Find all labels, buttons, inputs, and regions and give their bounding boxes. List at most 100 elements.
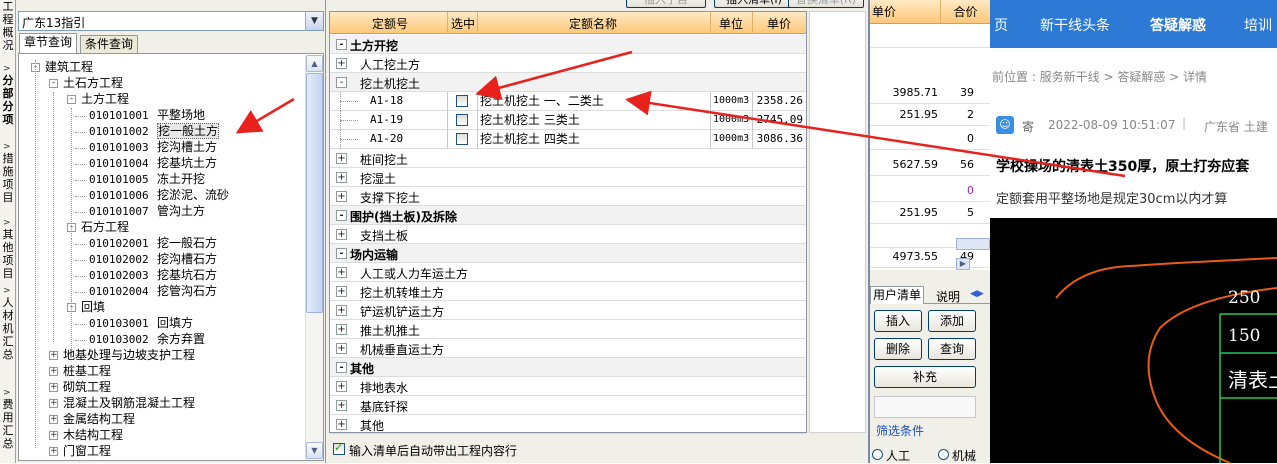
tree-node[interactable]: 建筑工程 [45, 60, 93, 75]
tree-node[interactable]: 土方工程 [81, 92, 129, 107]
tree-node[interactable]: 回填 [81, 300, 105, 315]
module-nav-item[interactable]: 措施项目 [1, 152, 15, 204]
scroll-down-icon[interactable]: ▼ [306, 442, 323, 459]
expand-icon[interactable]: + [336, 191, 347, 202]
subcategory-row[interactable]: + 挖土机转堆土方 [330, 282, 806, 301]
tree-node[interactable]: 土石方工程 [63, 76, 123, 91]
expand-icon[interactable]: + [336, 400, 347, 411]
expand-icon[interactable]: + [336, 381, 347, 392]
tab-chapter-query[interactable]: 章节查询 [19, 33, 78, 54]
subcategory-row[interactable]: - 挖土机挖土 [330, 73, 806, 92]
tree-node[interactable]: 010103002 余方弃置 [89, 332, 205, 347]
tree-node[interactable]: 金属结构工程 [63, 412, 135, 427]
tree-node[interactable]: 010101004 挖基坑土方 [89, 156, 217, 171]
nav-qa[interactable]: 答疑解惑 [1150, 15, 1206, 35]
collapse-icon[interactable]: - [336, 248, 347, 259]
subcategory-row[interactable]: + 铲运机铲运土方 [330, 301, 806, 320]
subcategory-row[interactable]: + 支撑下挖土 [330, 187, 806, 206]
select-checkbox[interactable] [456, 114, 468, 126]
filter-input[interactable] [874, 396, 976, 418]
collapse-icon[interactable]: - [336, 39, 347, 50]
subcategory-row[interactable]: + 支挡土板 [330, 225, 806, 244]
scroll-thumb[interactable] [306, 73, 323, 313]
tab-description[interactable]: 说明 [936, 288, 960, 305]
quota-row[interactable]: A1-19 挖土机挖土 三类土 1000m3 2745.09 [330, 111, 806, 130]
tree-node[interactable]: 门窗工程 [63, 444, 111, 459]
tree-node[interactable]: 010102001 挖一般石方 [89, 236, 217, 251]
tree-node[interactable]: 010102003 挖基坑石方 [89, 268, 217, 283]
expand-icon[interactable]: + [49, 415, 58, 424]
module-nav-item[interactable]: 工程概况 [1, 0, 15, 52]
tab-user-list[interactable]: 用户清单 [870, 286, 924, 304]
add-button[interactable]: 添加 [928, 310, 976, 332]
tree-node[interactable]: 地基处理与边坡支护工程 [63, 348, 195, 363]
subcategory-row[interactable]: + 挖湿土 [330, 168, 806, 187]
chevron-down-icon[interactable]: ▼ [305, 12, 323, 30]
tab-nav-arrows-icon[interactable]: ◀▶ [970, 289, 984, 299]
subcategory-row[interactable]: + 人工或人力车运土方 [330, 263, 806, 282]
expand-icon[interactable]: + [336, 172, 347, 183]
module-nav-item[interactable]: 分部分项 [1, 74, 15, 126]
tree-node[interactable]: 010101005 冻土开挖 [89, 172, 205, 187]
scroll-right-icon[interactable]: ▶ [956, 258, 970, 270]
expand-icon[interactable]: + [336, 419, 347, 430]
list-row[interactable]: 251.95 5 [870, 202, 990, 224]
tree-node[interactable]: 010101003 挖沟槽土方 [89, 140, 217, 155]
tree-node[interactable]: 010102002 挖沟槽石方 [89, 252, 217, 267]
auto-content-checkbox[interactable] [333, 441, 345, 455]
supplement-button[interactable]: 补充 [874, 366, 976, 388]
expand-icon[interactable]: + [336, 153, 347, 164]
collapse-icon[interactable]: - [67, 95, 76, 104]
collapse-icon[interactable]: - [336, 362, 347, 373]
tree-node[interactable]: 砌筑工程 [63, 380, 111, 395]
category-row[interactable]: - 场内运输 [330, 244, 806, 263]
select-checkbox[interactable] [456, 133, 468, 145]
right-scroll-thumb[interactable] [956, 238, 990, 250]
tree-node[interactable]: 010102004 挖管沟石方 [89, 284, 217, 299]
tree-scrollbar[interactable]: ▲ ▼ [305, 55, 323, 460]
list-row[interactable]: 3985.71 39 [870, 82, 990, 104]
expand-icon[interactable]: + [49, 383, 58, 392]
query-button[interactable]: 查询 [928, 338, 976, 360]
list-row[interactable] [870, 26, 990, 48]
category-row[interactable]: - 围护(挡土板)及拆除 [330, 206, 806, 225]
expand-icon[interactable]: + [49, 431, 58, 440]
expand-icon[interactable]: + [336, 324, 347, 335]
module-nav-item[interactable]: 费用汇总 [1, 398, 15, 450]
subcategory-row[interactable]: + 人工挖土方 [330, 54, 806, 73]
select-checkbox[interactable] [456, 95, 468, 107]
tree-node[interactable]: 010101002 挖一般土方 [89, 123, 220, 139]
subcategory-row[interactable]: + 基底钎探 [330, 396, 806, 415]
expand-icon[interactable]: + [49, 367, 58, 376]
tree-node[interactable]: 010101006 挖淤泥、流砂 [89, 188, 229, 203]
tree-node[interactable]: 石方工程 [81, 220, 129, 235]
collapse-icon[interactable]: - [336, 77, 347, 88]
insert-subitem-button[interactable]: 插入子目 [626, 0, 706, 8]
collapse-icon[interactable]: - [336, 210, 347, 221]
tree-node[interactable]: 木结构工程 [63, 428, 123, 443]
subcategory-row[interactable]: + 推土机推土 [330, 320, 806, 339]
nav-headlines[interactable]: 新干线头条 [1040, 15, 1110, 35]
category-row[interactable]: - 土方开挖 [330, 35, 806, 54]
collapse-icon[interactable]: - [49, 79, 58, 88]
expand-icon[interactable]: + [49, 399, 58, 408]
radio-labor[interactable] [872, 449, 883, 460]
province-select[interactable]: 广东13指引 ▼ [18, 11, 324, 31]
quota-row[interactable]: A1-20 挖土机挖土 四类土 1000m3 3086.36 [330, 130, 806, 149]
tree-node[interactable]: 混凝土及钢筋混凝土工程 [63, 396, 195, 411]
tree-node[interactable]: 010101001 平整场地 [89, 108, 205, 123]
expand-icon[interactable]: + [336, 58, 347, 69]
radio-machine[interactable] [938, 449, 949, 460]
quota-row[interactable]: A1-18 挖土机挖土 一、二类土 1000m3 2358.26 [330, 92, 806, 111]
tree-node[interactable]: 010103001 回填方 [89, 316, 193, 331]
list-row[interactable]: 0 [870, 128, 990, 150]
list-row[interactable]: 0 [870, 180, 990, 202]
expand-icon[interactable]: + [336, 343, 347, 354]
expand-icon[interactable]: + [49, 447, 58, 456]
replace-list-button[interactable]: 替换清单(R) [788, 0, 864, 8]
tree-node[interactable]: 010101007 管沟土方 [89, 204, 205, 219]
expand-icon[interactable]: + [336, 286, 347, 297]
nav-home[interactable]: 页 [994, 15, 1008, 35]
scroll-up-icon[interactable]: ▲ [306, 55, 323, 72]
delete-button[interactable]: 删除 [874, 338, 922, 360]
